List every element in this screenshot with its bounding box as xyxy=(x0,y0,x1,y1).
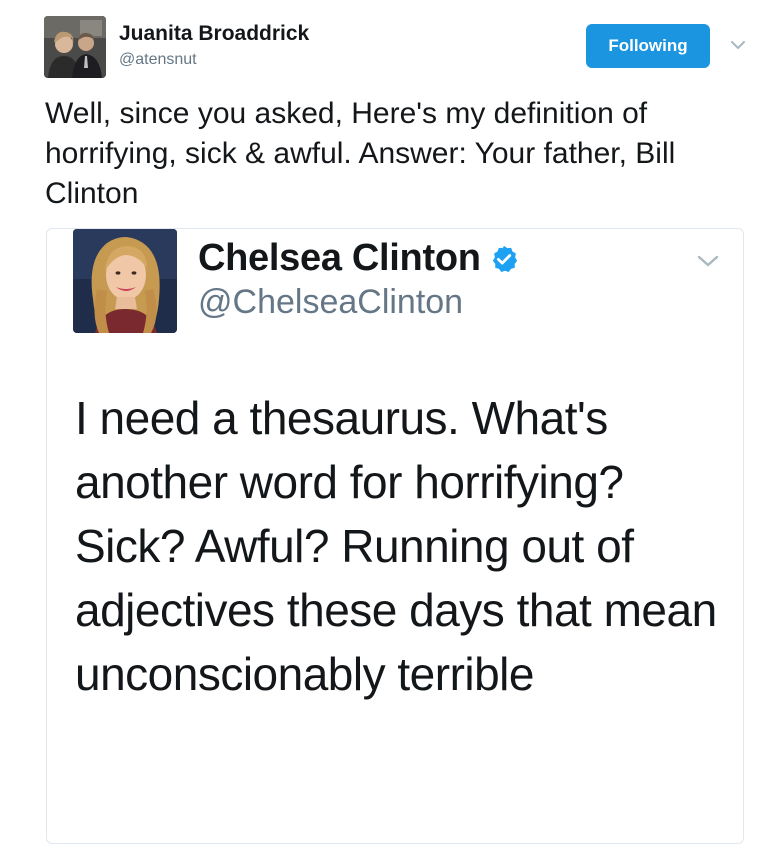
quoted-author-avatar-image xyxy=(73,229,177,333)
author-display-name[interactable]: Juanita Broaddrick xyxy=(119,22,309,46)
verified-badge-icon xyxy=(492,245,517,272)
author-handle[interactable]: @atensnut xyxy=(119,51,197,69)
author-avatar-image xyxy=(44,16,106,78)
quoted-tweet-text: I need a thesaurus. What's another word … xyxy=(75,392,717,700)
quoted-author-display-name: Chelsea Clinton xyxy=(198,237,481,279)
quoted-author-avatar xyxy=(73,229,177,333)
following-button[interactable]: Following xyxy=(586,24,710,68)
chevron-down-icon[interactable] xyxy=(727,37,749,53)
tweet: Juanita Broaddrick @atensnut Following W… xyxy=(0,0,762,850)
quoted-tweet-card[interactable]: Chelsea Clinton @ChelseaClinton I need a… xyxy=(46,228,744,844)
author-avatar[interactable] xyxy=(44,16,106,78)
tweet-text: Well, since you asked, Here's my definit… xyxy=(45,97,676,210)
quoted-author-name-row: Chelsea Clinton xyxy=(198,237,519,280)
quoted-author-handle: @ChelseaClinton xyxy=(198,283,464,321)
chevron-down-icon xyxy=(697,253,719,269)
